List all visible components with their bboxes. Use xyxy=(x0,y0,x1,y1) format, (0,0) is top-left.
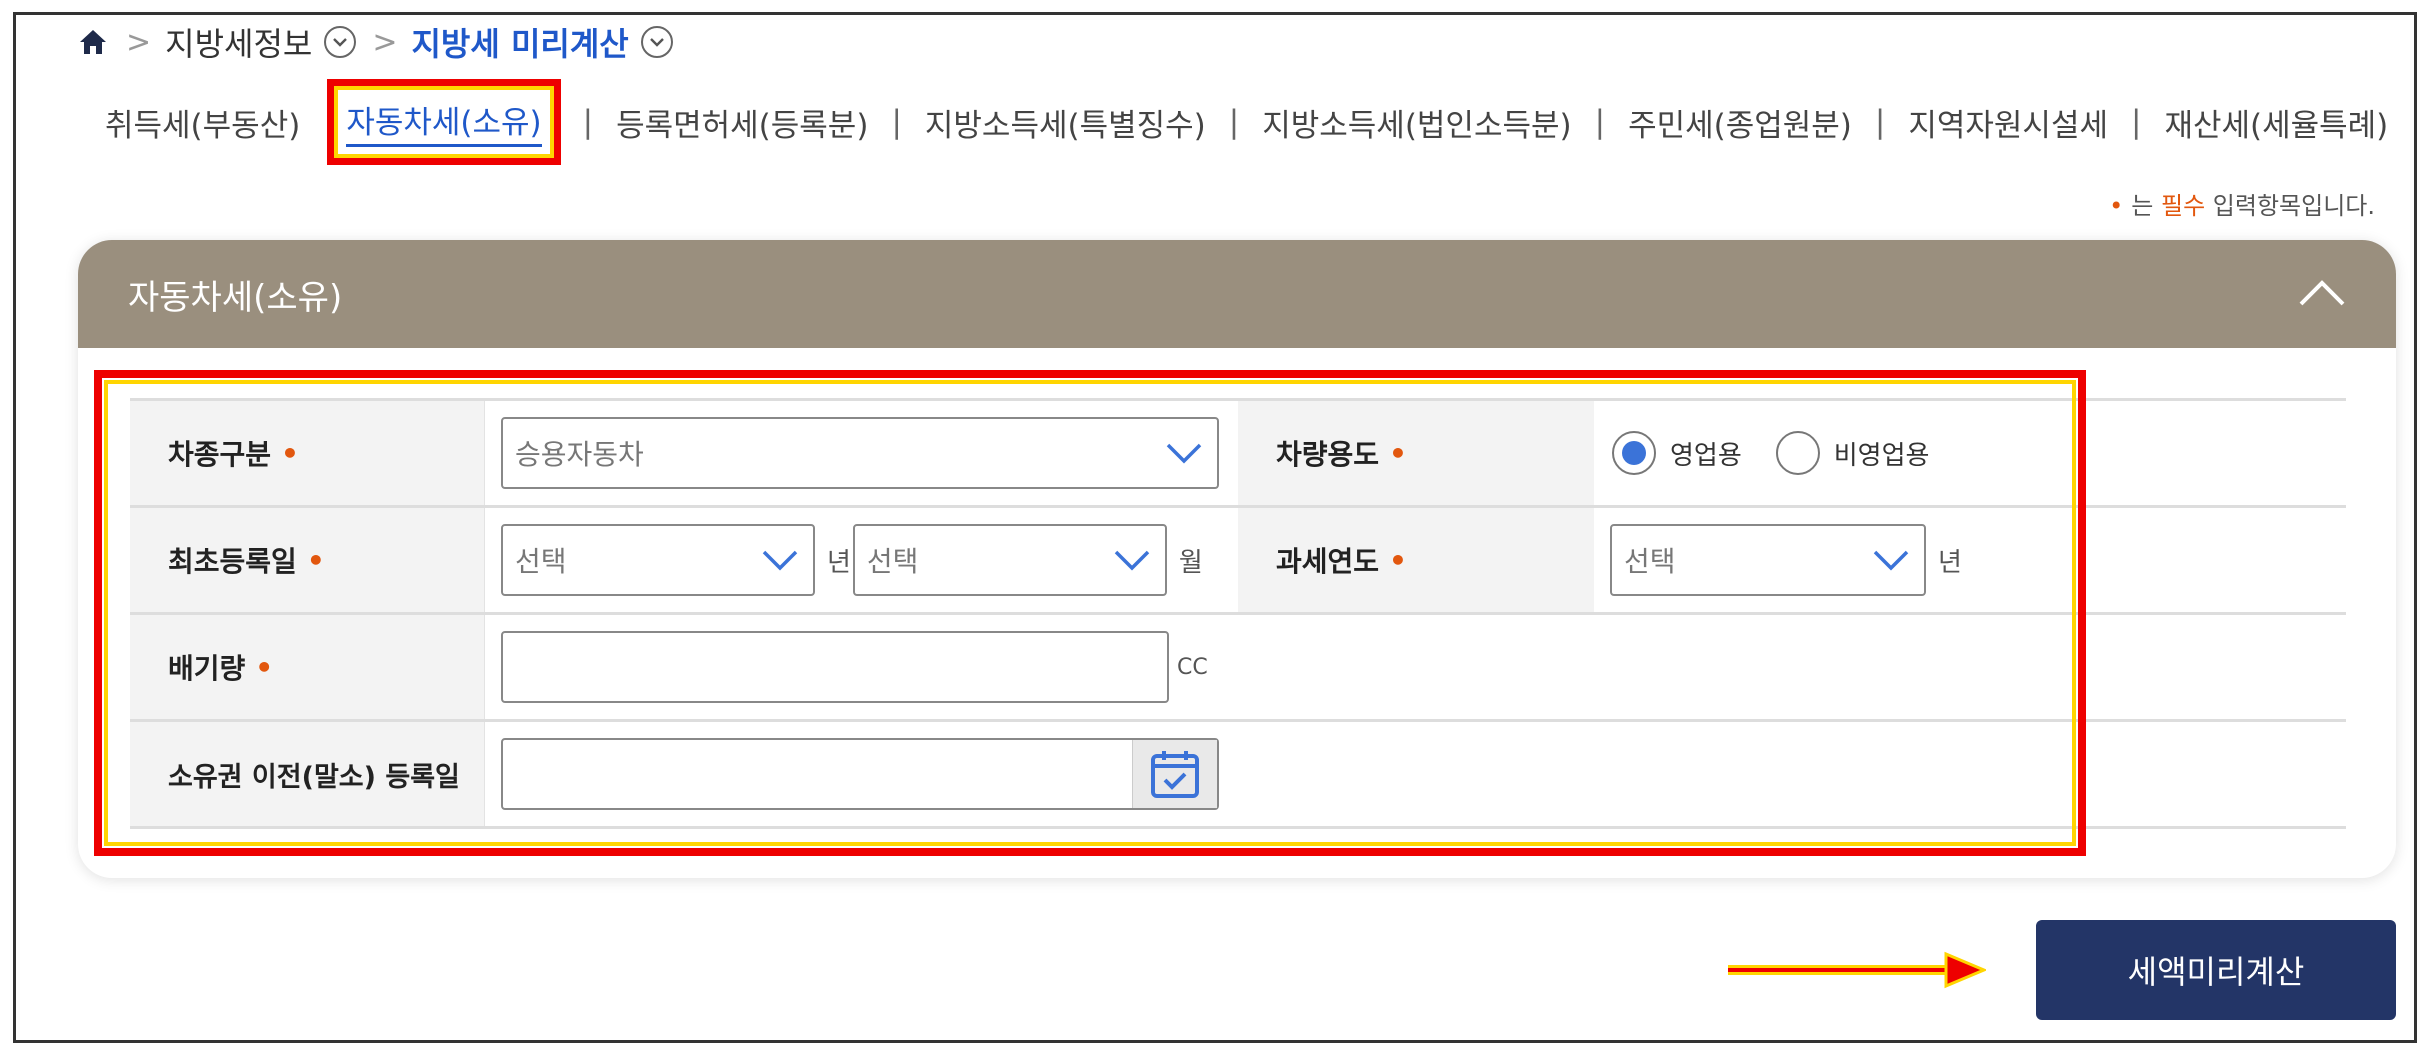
panel-title: 자동차세(소유) xyxy=(128,277,343,318)
vehicle-type-label: 차종구분 • xyxy=(130,401,484,505)
vehicle-usage-label: 차량용도 • xyxy=(1238,401,1594,505)
calendar-icon[interactable] xyxy=(1132,740,1217,808)
form-row: 차종구분 • 승용자동차 차량용도 • 영업용 비영업용 xyxy=(130,398,2346,508)
radio-unselected-icon[interactable] xyxy=(1775,431,1820,475)
first-reg-year-select[interactable]: 선택 xyxy=(501,524,815,596)
chevron-down-icon xyxy=(1166,443,1202,464)
calculate-tax-button[interactable]: 세액미리계산 xyxy=(2036,920,2396,1020)
tab-local-income-corporate[interactable]: 지방소득세(법인소득분) xyxy=(1257,100,1576,145)
form-row: 배기량 • CC xyxy=(130,615,2346,722)
transfer-date-input[interactable] xyxy=(503,740,1132,808)
chevron-down-icon[interactable] xyxy=(640,26,673,58)
tab-local-income-special[interactable]: 지방소득세(특별징수) xyxy=(920,100,1211,145)
chevron-up-icon[interactable] xyxy=(2298,277,2346,311)
chevron-down-icon xyxy=(1114,550,1150,571)
transfer-registration-label: 소유권 이전(말소) 등록일 xyxy=(130,722,484,826)
tab-registration-tax[interactable]: 등록면허세(등록분) xyxy=(611,100,873,145)
transfer-date-picker[interactable] xyxy=(501,738,1219,810)
tab-property-tax[interactable]: 재산세(세율특례) xyxy=(2159,100,2393,145)
tax-tabs: 취득세(부동산) 자동차세(소유) | 등록면허세(등록분) | 지방소득세(특… xyxy=(100,79,2393,165)
tab-vehicle-tax-label: 자동차세(소유) xyxy=(346,97,542,147)
tab-divider: | xyxy=(582,104,594,140)
form-row: 소유권 이전(말소) 등록일 xyxy=(130,722,2346,829)
displacement-label: 배기량 • xyxy=(130,615,484,719)
tab-divider: | xyxy=(2130,104,2142,140)
required-note: • 는 필수 입력항목입니다. xyxy=(2109,192,2375,220)
chevron-right-icon: > xyxy=(126,24,152,60)
usage-radio-commercial[interactable]: 영업용 xyxy=(1612,431,1742,475)
annotation-arrow-icon xyxy=(1728,951,1986,989)
tax-year-label: 과세연도 • xyxy=(1238,508,1594,612)
tab-vehicle-tax-active[interactable]: 자동차세(소유) xyxy=(327,79,561,165)
first-registration-label: 최초등록일 • xyxy=(130,508,484,612)
panel-header[interactable]: 자동차세(소유) xyxy=(78,240,2396,348)
tab-divider: | xyxy=(1874,104,1886,140)
usage-radio-noncommercial[interactable]: 비영업용 xyxy=(1775,431,1929,475)
required-emphasis: 필수 xyxy=(2160,192,2206,220)
chevron-down-icon[interactable] xyxy=(324,26,357,58)
vehicle-type-value: 승용자동차 xyxy=(515,438,644,471)
form-row: 최초등록일 • 선택 년 선택 월 과세연도 • 선택 년 xyxy=(130,508,2346,615)
vehicle-type-select[interactable]: 승용자동차 xyxy=(501,417,1219,489)
displacement-input[interactable] xyxy=(501,631,1169,703)
tab-divider: | xyxy=(891,104,902,140)
breadcrumb-current[interactable]: 지방세 미리계산 xyxy=(411,19,628,65)
chevron-down-icon xyxy=(762,550,798,571)
tab-acquisition-tax[interactable]: 취득세(부동산) xyxy=(100,100,305,145)
vehicle-tax-form: 차종구분 • 승용자동차 차량용도 • 영업용 비영업용 최초등록일 • 선택 … xyxy=(130,398,2346,829)
breadcrumb-level1[interactable]: 지방세정보 xyxy=(165,19,312,65)
home-icon[interactable] xyxy=(76,25,110,59)
tab-divider: | xyxy=(1594,104,1606,140)
tab-resident-tax[interactable]: 주민세(종업원분) xyxy=(1623,100,1857,145)
tax-year-select[interactable]: 선택 xyxy=(1610,524,1926,596)
chevron-down-icon xyxy=(1873,550,1909,571)
displacement-unit: CC xyxy=(1177,654,1208,680)
radio-selected-icon[interactable] xyxy=(1612,431,1656,475)
first-reg-month-select[interactable]: 선택 xyxy=(852,524,1167,596)
tab-divider: | xyxy=(1228,104,1240,140)
required-marker: • xyxy=(2109,192,2124,220)
vehicle-tax-panel: 자동차세(소유) 차종구분 • 승용자동차 차량용도 • 영업용 비영업용 최초… xyxy=(78,240,2396,878)
chevron-right-icon: > xyxy=(372,24,398,60)
tab-regional-resource-tax[interactable]: 지역자원시설세 xyxy=(1903,100,2113,145)
breadcrumb: > 지방세정보 > 지방세 미리계산 xyxy=(76,18,673,66)
